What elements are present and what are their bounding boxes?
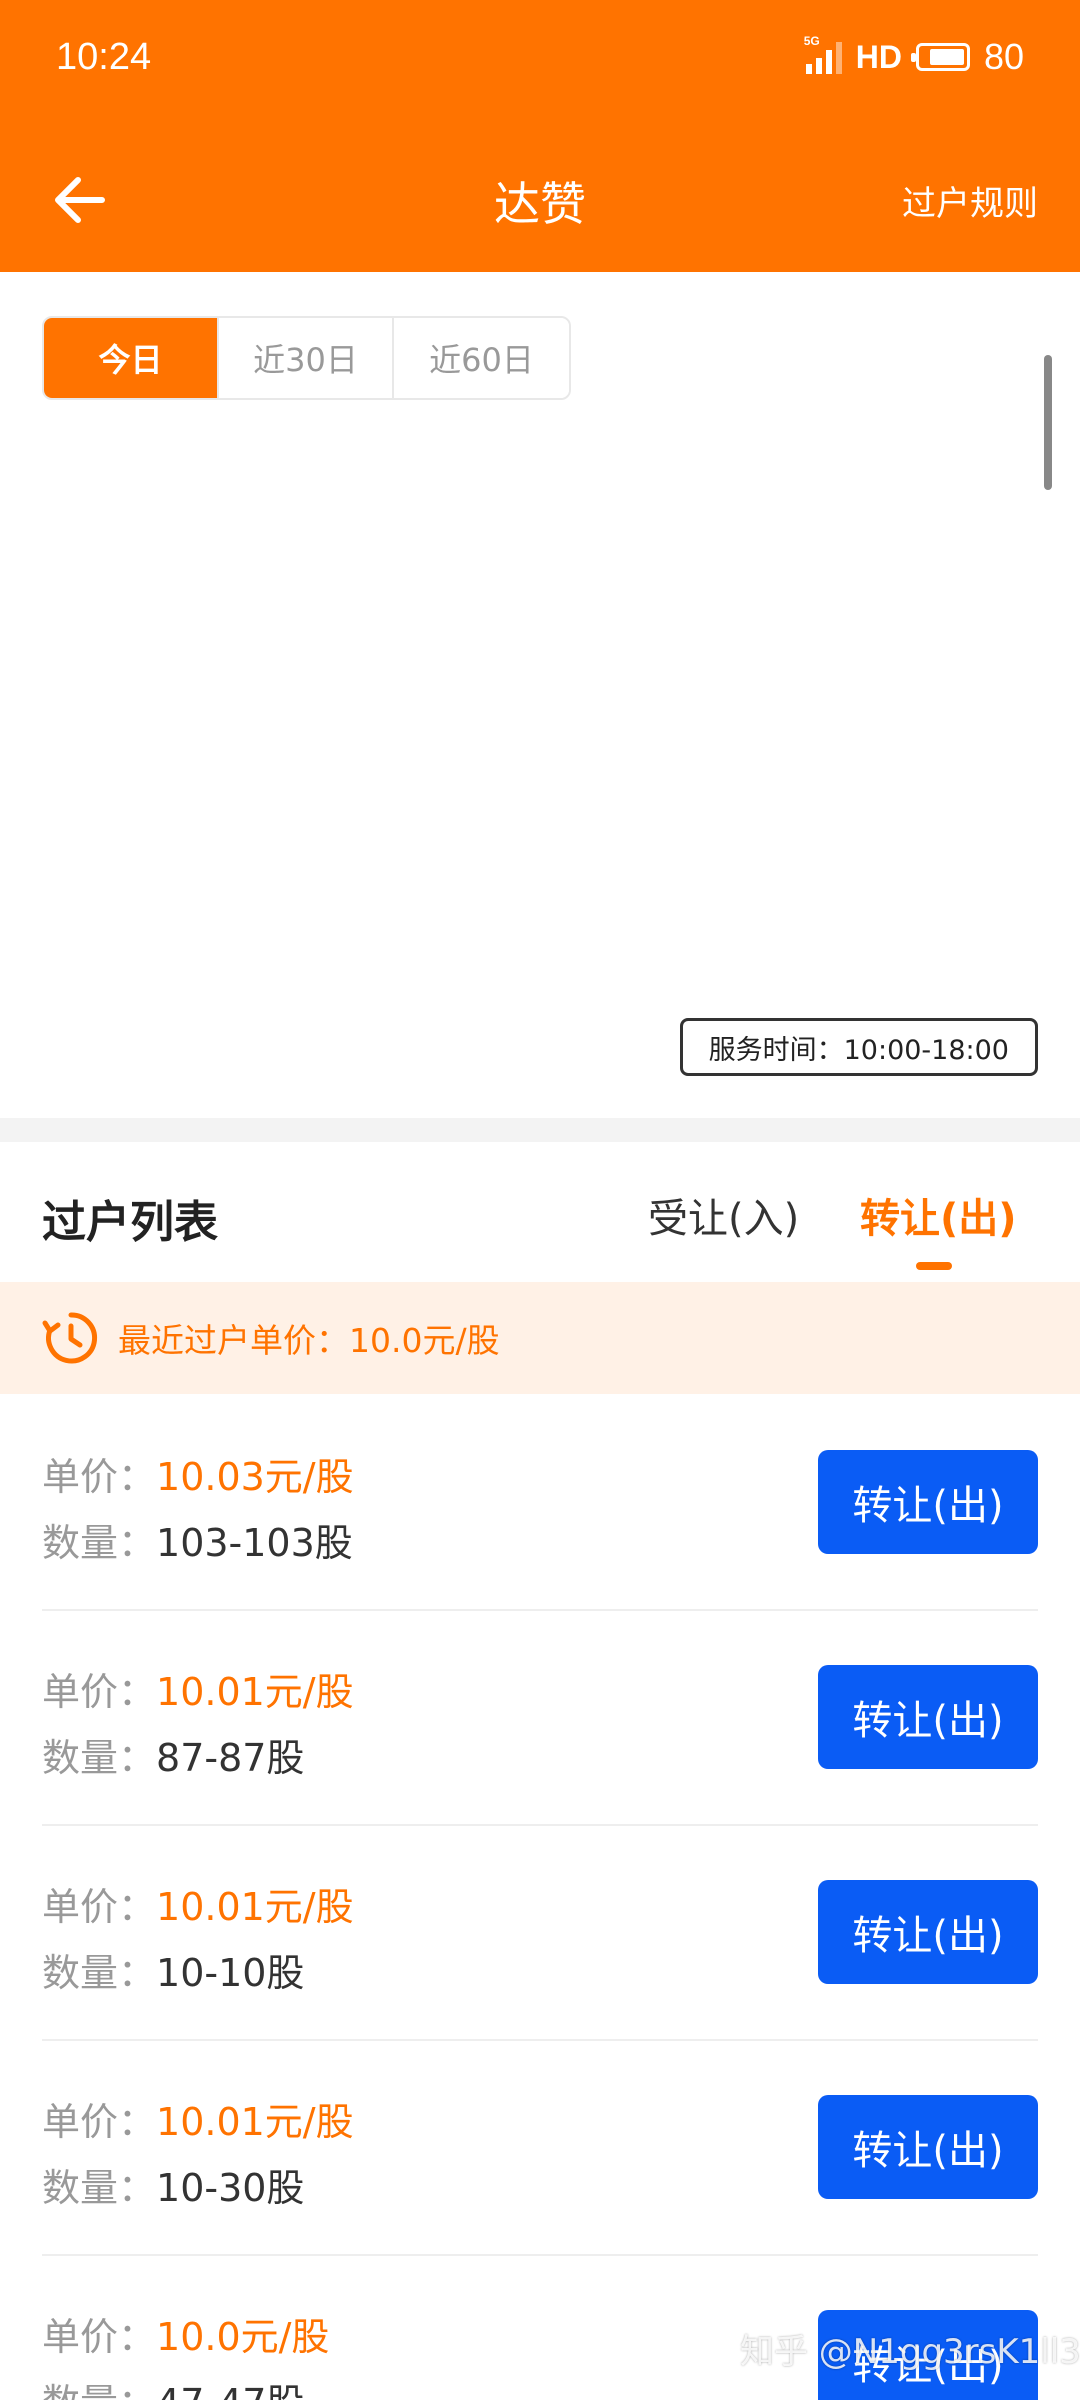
service-time-badge: 服务时间：10:00-18:00 — [679, 1018, 1038, 1076]
recent-price-notice: 最近过户单价：10.0元/股 — [0, 1282, 1080, 1394]
signal-icon: 5G — [804, 34, 842, 74]
unit-price: 10.03元/股 — [156, 1455, 354, 1499]
status-bar: 10:24 5G HD 80 — [0, 0, 1080, 125]
list-item: 单价：10.03元/股 数量：103-103股 转让(出) — [42, 1396, 1038, 1611]
qty-key: 数量： — [42, 1736, 157, 1780]
quantity: 103-103股 — [156, 1521, 353, 1565]
price-key: 单价： — [42, 2315, 157, 2359]
unit-price: 10.01元/股 — [156, 1670, 354, 1714]
network-type-label: 5G — [803, 34, 820, 48]
qty-key: 数量： — [42, 1521, 157, 1565]
active-tab-indicator — [916, 1262, 952, 1270]
qty-key: 数量： — [42, 1951, 157, 1995]
price-key: 单价： — [42, 1455, 157, 1499]
battery-level: 80 — [983, 36, 1024, 77]
list-item: 单价：10.01元/股 数量：10-30股 转让(出) — [42, 2041, 1038, 2256]
transfer-out-button[interactable]: 转让(出) — [818, 1665, 1038, 1769]
tab-receive-in[interactable]: 受让(入) — [648, 1186, 799, 1244]
list-item: 单价：10.01元/股 数量：87-87股 转让(出) — [42, 1611, 1038, 1826]
status-icons: 5G HD 80 — [804, 34, 1024, 78]
quantity: 10-10股 — [156, 1951, 305, 1995]
quantity: 47-47股 — [156, 2381, 304, 2400]
section-divider — [0, 1118, 1080, 1142]
tab-60-days[interactable]: 近60日 — [394, 318, 569, 398]
list-item: 单价：10.01元/股 数量：10-10股 转让(出) — [42, 1826, 1038, 2041]
qty-key: 数量： — [42, 2166, 157, 2210]
unit-price: 10.01元/股 — [156, 2100, 354, 2144]
quantity: 87-87股 — [156, 1736, 305, 1780]
scroll-indicator[interactable] — [1044, 355, 1052, 490]
hd-indicator: HD — [855, 38, 902, 75]
qty-key: 数量： — [42, 2381, 156, 2400]
tab-30-days[interactable]: 近30日 — [219, 318, 394, 398]
tab-today[interactable]: 今日 — [44, 318, 219, 398]
transfer-out-button[interactable]: 转让(出) — [818, 1450, 1038, 1554]
battery-icon — [910, 43, 970, 71]
watermark: 知乎 @N1gg3rsK1ll3r — [740, 2332, 1080, 2372]
price-key: 单价： — [42, 1885, 157, 1929]
transfer-list-title: 过户列表 — [42, 1197, 218, 1248]
history-clock-icon — [42, 1312, 98, 1364]
status-time: 10:24 — [56, 36, 152, 78]
transfer-out-button[interactable]: 转让(出) — [818, 1880, 1038, 1984]
quantity: 10-30股 — [156, 2166, 305, 2210]
price-key: 单价： — [42, 2100, 157, 2144]
nav-bar: 达赞 过户规则 — [0, 130, 1080, 260]
tab-transfer-out[interactable]: 转让(出) — [860, 1186, 1017, 1244]
price-key: 单价： — [42, 1670, 157, 1714]
unit-price: 10.01元/股 — [156, 1885, 354, 1929]
transfer-rules-link[interactable]: 过户规则 — [902, 176, 1038, 225]
transfer-out-button[interactable]: 转让(出) — [818, 2095, 1038, 2199]
app-header: 10:24 5G HD 80 达赞 过户规则 — [0, 0, 1080, 272]
period-selector: 今日 近30日 近60日 — [42, 316, 571, 400]
recent-price-text: 最近过户单价：10.0元/股 — [118, 1321, 500, 1360]
unit-price: 10.0元/股 — [156, 2315, 330, 2359]
battery-fill — [929, 49, 964, 65]
